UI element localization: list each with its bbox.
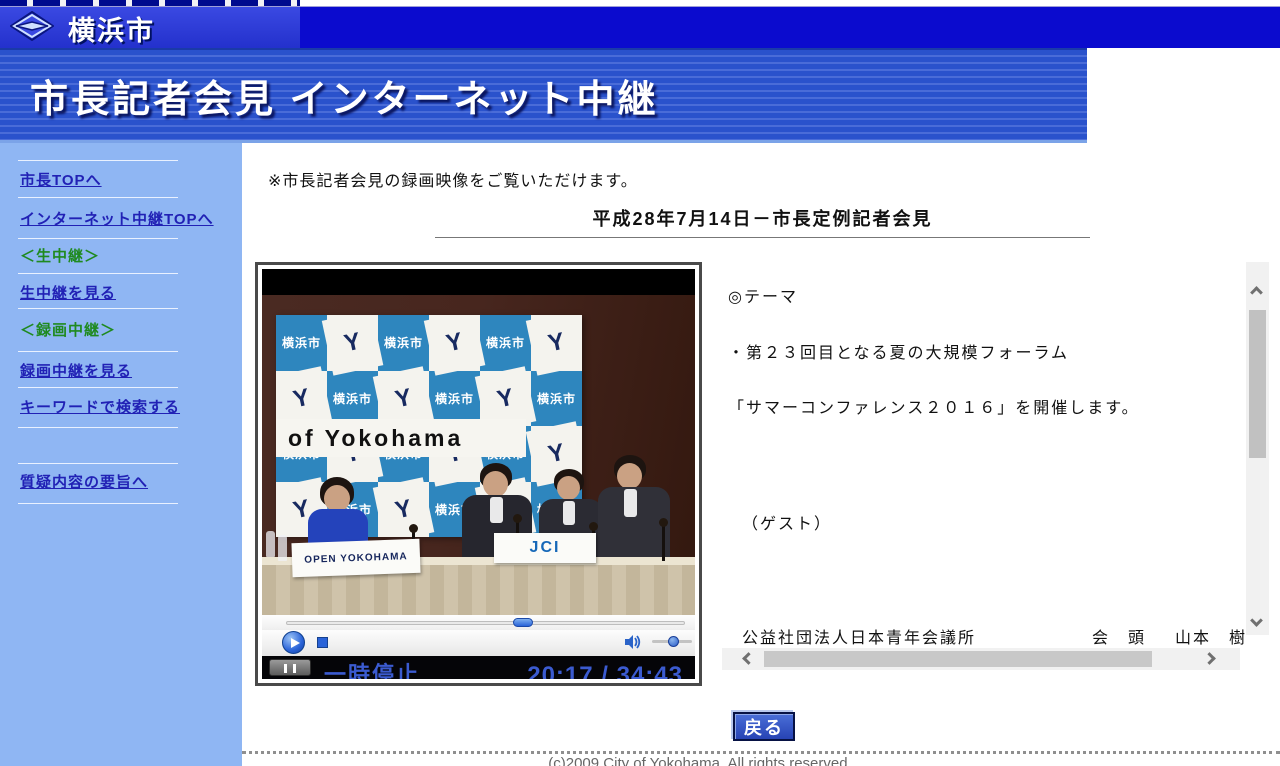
volume-slider[interactable]: [652, 640, 692, 643]
sidebar-divider: [18, 463, 178, 464]
backdrop-city-cell: 横浜市: [480, 315, 531, 371]
backdrop-caption: of Yokohama: [276, 419, 526, 457]
backdrop-city-cell: 横浜市: [327, 371, 378, 427]
title-underline: [435, 237, 1090, 238]
water-bottle: [278, 535, 287, 561]
sidebar-divider: [18, 238, 178, 239]
sidebar-heading-live: ＜生中継＞: [20, 245, 100, 266]
page: 横浜市 市長記者会見 インターネット中継 市長TOPへ インターネット中継TOP…: [0, 0, 1280, 766]
page-title: 平成28年7月14日－市長定例記者会見: [435, 205, 1090, 231]
microphone-icon: [662, 525, 665, 561]
stop-button[interactable]: [317, 637, 328, 648]
sidebar-item-keyword-search[interactable]: キーワードで検索する: [20, 396, 180, 417]
sidebar-item-watch-live[interactable]: 生中継を見る: [20, 282, 116, 303]
guest-role: 会 頭: [1092, 624, 1146, 647]
sidebar-item-qa-summary[interactable]: 質疑内容の要旨へ: [20, 471, 148, 492]
horizontal-scrollbar[interactable]: [722, 648, 1240, 670]
banner-title: 市長記者会見 インターネット中継: [30, 68, 659, 123]
time-display: 20:17 / 34:43: [527, 660, 683, 679]
seek-thumb[interactable]: [513, 618, 533, 627]
sidebar-divider: [18, 351, 178, 352]
sidebar-divider: [18, 273, 178, 274]
vertical-scroll-thumb[interactable]: [1249, 310, 1266, 458]
guest-name: 山本 樹: [1175, 624, 1245, 647]
play-button[interactable]: [282, 631, 305, 654]
sidebar-item-mayor-top[interactable]: 市長TOPへ: [20, 169, 102, 190]
volume-thumb[interactable]: [668, 636, 679, 647]
player-controls: [262, 630, 695, 656]
sidebar: 市長TOPへ インターネット中継TOPへ ＜生中継＞ 生中継を見る ＜録画中継＞…: [0, 143, 242, 766]
pause-button[interactable]: [269, 659, 311, 676]
water-bottle: [266, 531, 275, 557]
notice-text: ※市長記者会見の録画映像をご覧いただけます。: [268, 167, 638, 191]
sidebar-divider: [18, 387, 178, 388]
scroll-up-icon[interactable]: [1250, 286, 1263, 299]
horizontal-scroll-thumb[interactable]: [764, 651, 1152, 667]
sidebar-divider: [18, 160, 178, 161]
guest-heading: （ゲスト）: [742, 510, 832, 534]
backdrop-city-cell: 横浜市: [429, 371, 480, 427]
sidebar-divider: [18, 308, 178, 309]
city-name-label: 横浜市: [68, 9, 155, 48]
backdrop-logo-cell: Y: [424, 315, 485, 375]
backdrop-logo-cell: Y: [373, 477, 434, 537]
sidebar-item-internet-top[interactable]: インターネット中継TOPへ: [20, 208, 214, 229]
pause-status-label: 一時停止: [324, 660, 420, 679]
sidebar-divider: [18, 197, 178, 198]
video-player: 横浜市Y横浜市Y横浜市YY横浜市Y横浜市Y横浜市横浜市Y横浜市Y横浜市YY横浜市…: [255, 262, 702, 686]
yokohama-city-emblem-icon: [10, 11, 54, 46]
footer-divider: [242, 751, 1280, 754]
scroll-right-icon[interactable]: [1203, 652, 1216, 665]
player-status-bar: 一時停止 20:17 / 34:43: [262, 656, 695, 679]
theme-heading: ◎テーマ: [728, 283, 798, 307]
seek-track[interactable]: [286, 621, 685, 625]
sidebar-heading-recorded: ＜録画中継＞: [20, 319, 116, 340]
top-bar: 横浜市: [0, 6, 1280, 48]
backdrop-city-cell: 横浜市: [531, 371, 582, 427]
scroll-down-icon[interactable]: [1250, 614, 1263, 627]
table-sign-open-yokohama: OPEN YOKOHAMA: [291, 539, 420, 577]
video-screen[interactable]: 横浜市Y横浜市Y横浜市YY横浜市Y横浜市Y横浜市横浜市Y横浜市Y横浜市YY横浜市…: [262, 269, 695, 615]
page-banner: 市長記者会見 インターネット中継: [0, 48, 1087, 143]
guest-org: 公益社団法人日本青年会議所: [742, 624, 976, 647]
sidebar-divider: [18, 503, 178, 504]
sidebar-divider: [18, 427, 178, 428]
theme-line-2: 「サマーコンファレンス２０１６」を開催します。: [728, 394, 1140, 418]
scroll-left-icon[interactable]: [742, 652, 755, 665]
backdrop-city-cell: 横浜市: [378, 315, 429, 371]
sidebar-item-watch-recorded[interactable]: 録画中継を見る: [20, 360, 132, 381]
details-panel: ◎テーマ ・第２３回目となる夏の大規模フォーラム 「サマーコンファレンス２０１６…: [720, 262, 1245, 647]
copyright-text: (c)2009 City of Yokohama. All rights res…: [420, 755, 980, 766]
yokohama-logo-link[interactable]: 横浜市: [0, 7, 300, 49]
backdrop-city-cell: 横浜市: [276, 315, 327, 371]
backdrop-logo-cell: Y: [526, 315, 582, 375]
vertical-scrollbar[interactable]: [1246, 262, 1269, 635]
back-button[interactable]: 戻る: [733, 712, 795, 741]
theme-line-1: ・第２３回目となる夏の大規模フォーラム: [728, 339, 1069, 363]
seek-bar[interactable]: [262, 615, 695, 630]
volume-icon[interactable]: [624, 634, 642, 650]
table-sign-jci: JCI: [494, 533, 596, 563]
backdrop-logo-cell: Y: [322, 315, 383, 375]
video-scene: 横浜市Y横浜市Y横浜市YY横浜市Y横浜市Y横浜市横浜市Y横浜市Y横浜市YY横浜市…: [262, 295, 695, 615]
